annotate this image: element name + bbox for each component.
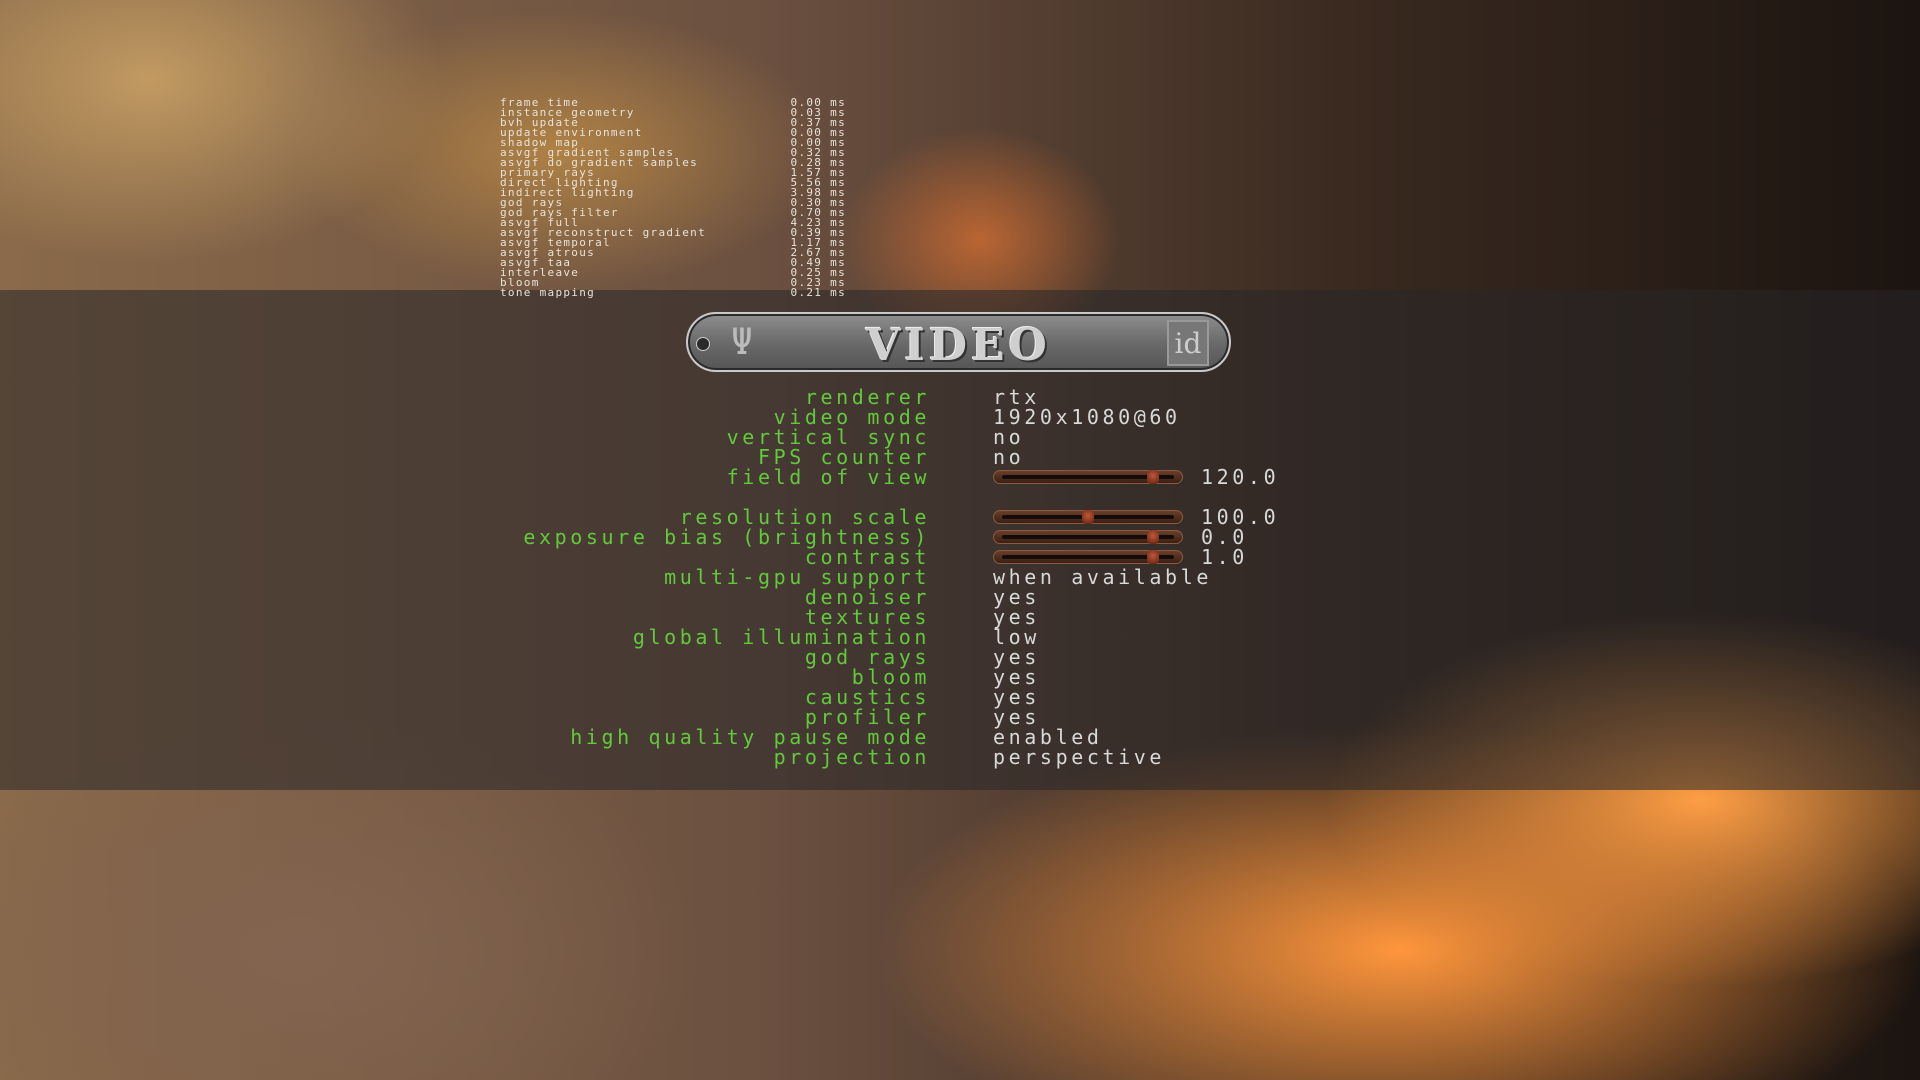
menu-item-caustics[interactable]: caustics yes (0, 687, 1920, 707)
contrast-slider[interactable] (993, 550, 1183, 564)
menu-item-label: contrast (804, 545, 930, 569)
menu-item-label: denoiser (804, 585, 930, 609)
menu-item-value[interactable]: when available (993, 567, 1212, 587)
menu-item-vsync[interactable]: vertical sync no (0, 427, 1920, 447)
menu-item-value[interactable]: yes (993, 607, 1040, 627)
menu-item-value[interactable]: yes (993, 707, 1040, 727)
slider-value: 1.0 (1201, 545, 1248, 569)
profiler-row: tone mapping 0.21 ms (500, 286, 846, 299)
slider-value: 120.0 (1201, 465, 1280, 489)
menu-item-value[interactable]: low (993, 627, 1040, 647)
menu-item-value[interactable]: no (993, 447, 1024, 467)
menu-item-godrays[interactable]: god rays yes (0, 647, 1920, 667)
menu-item-textures[interactable]: textures yes (0, 607, 1920, 627)
menu-item-denoiser[interactable]: denoiser yes (0, 587, 1920, 607)
menu-item-video-mode[interactable]: video mode 1920x1080@60 (0, 407, 1920, 427)
slider-thumb[interactable] (1147, 530, 1160, 544)
menu-item-label: projection (773, 745, 930, 769)
menu-item-exposure[interactable]: exposure bias (brightness) 0.0 (0, 527, 1920, 547)
menu-item-label: renderer (804, 385, 930, 409)
menu-item-label: vertical sync (726, 425, 930, 449)
menu-item-label: video mode (773, 405, 930, 429)
menu-item-label: multi-gpu support (664, 565, 930, 589)
menu-item-value[interactable]: yes (993, 667, 1040, 687)
menu-item-pause[interactable]: high quality pause mode enabled (0, 727, 1920, 747)
menu-item-bloom[interactable]: bloom yes (0, 667, 1920, 687)
slider-thumb[interactable] (1082, 510, 1094, 524)
menu-item-fov[interactable]: field of view 120.0 (0, 467, 1920, 487)
slider-value: 0.0 (1201, 525, 1248, 549)
menu-item-res-scale[interactable]: resolution scale 100.0 (0, 507, 1920, 527)
menu-item-profiler[interactable]: profiler yes (0, 707, 1920, 727)
slider-thumb[interactable] (1147, 470, 1160, 484)
menu-item-fps[interactable]: FPS counter no (0, 447, 1920, 467)
exposure-slider[interactable] (993, 530, 1183, 544)
menu-item-value[interactable]: no (993, 427, 1024, 447)
res-scale-slider[interactable] (993, 510, 1183, 524)
menu-item-label: bloom (851, 665, 930, 689)
menu-item-label: caustics (804, 685, 930, 709)
menu-item-label: god rays (804, 645, 930, 669)
menu-item-renderer[interactable]: renderer rtx (0, 387, 1920, 407)
menu-item-value[interactable]: yes (993, 687, 1040, 707)
page-title: VIDEO (866, 320, 1051, 371)
menu-item-label: profiler (804, 705, 930, 729)
menu-item-label: textures (804, 605, 930, 629)
menu-item-projection[interactable]: projection perspective (0, 747, 1920, 767)
menu-item-label: high quality pause mode (570, 725, 930, 749)
menu-item-label: FPS counter (757, 445, 930, 469)
menu-item-contrast[interactable]: contrast 1.0 (0, 547, 1920, 567)
profiler-label: tone mapping (500, 286, 596, 299)
menu-item-value[interactable]: yes (993, 647, 1040, 667)
menu-banner: Ψ VIDEO id (686, 312, 1231, 372)
menu-item-value[interactable]: yes (993, 587, 1040, 607)
menu-item-value[interactable]: enabled (993, 727, 1103, 747)
menu-item-label: resolution scale (679, 505, 930, 529)
menu-item-multigpu[interactable]: multi-gpu support when available (0, 567, 1920, 587)
menu-item-label: field of view (726, 465, 930, 489)
slider-thumb[interactable] (1147, 550, 1160, 564)
fov-slider[interactable] (993, 470, 1183, 484)
profiler-value: 0.21 ms (790, 286, 846, 299)
menu-item-value[interactable]: perspective (993, 747, 1165, 767)
video-menu: renderer rtx video mode 1920x1080@60 vertica… (0, 387, 1920, 767)
menu-item-value[interactable]: 1920x1080@60 (993, 407, 1181, 427)
slider-value: 100.0 (1201, 505, 1280, 529)
menu-item-value[interactable]: rtx (993, 387, 1040, 407)
menu-item-gi[interactable]: global illumination low (0, 627, 1920, 647)
menu-item-label: exposure bias (brightness) (523, 525, 930, 549)
id-logo-icon: id (1167, 320, 1209, 366)
menu-item-label: global illumination (632, 625, 930, 649)
profiler-overlay: frame time 0.00 ms instance geometry 0.03 m… (500, 97, 846, 299)
